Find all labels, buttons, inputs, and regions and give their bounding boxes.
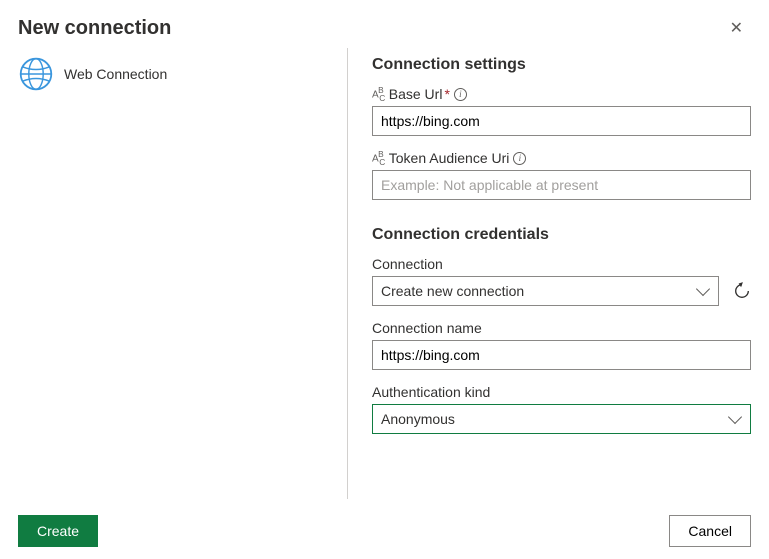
connection-select-value: Create new connection — [381, 283, 524, 299]
connection-type-panel: Web Connection — [18, 48, 348, 499]
connection-name-label: Connection name — [372, 320, 751, 336]
connection-type-label: Web Connection — [64, 66, 167, 82]
base-url-input[interactable] — [372, 106, 751, 136]
connection-label: Connection — [372, 256, 751, 272]
token-audience-input[interactable] — [372, 170, 751, 200]
chevron-down-icon — [728, 410, 742, 424]
base-url-label: Base Url* — [389, 86, 450, 102]
authentication-kind-value: Anonymous — [381, 411, 455, 427]
chevron-down-icon — [696, 282, 710, 296]
refresh-button[interactable] — [733, 282, 751, 300]
close-button[interactable]: ✕ — [722, 14, 751, 42]
info-icon[interactable]: i — [513, 152, 526, 165]
text-type-icon: ABC — [372, 86, 385, 102]
connection-select[interactable]: Create new connection — [372, 276, 719, 306]
token-audience-label: Token Audience Uri — [389, 150, 510, 166]
globe-icon — [18, 56, 54, 92]
refresh-icon — [733, 282, 751, 300]
connection-settings-heading: Connection settings — [372, 56, 751, 74]
connection-type-web[interactable]: Web Connection — [18, 52, 347, 96]
connection-name-input[interactable] — [372, 340, 751, 370]
info-icon[interactable]: i — [454, 88, 467, 101]
cancel-button[interactable]: Cancel — [669, 515, 751, 547]
text-type-icon: ABC — [372, 150, 385, 166]
create-button[interactable]: Create — [18, 515, 98, 547]
dialog-title: New connection — [18, 17, 171, 40]
authentication-kind-label: Authentication kind — [372, 384, 751, 400]
authentication-kind-select[interactable]: Anonymous — [372, 404, 751, 434]
close-icon: ✕ — [730, 20, 743, 37]
connection-credentials-heading: Connection credentials — [372, 226, 751, 244]
